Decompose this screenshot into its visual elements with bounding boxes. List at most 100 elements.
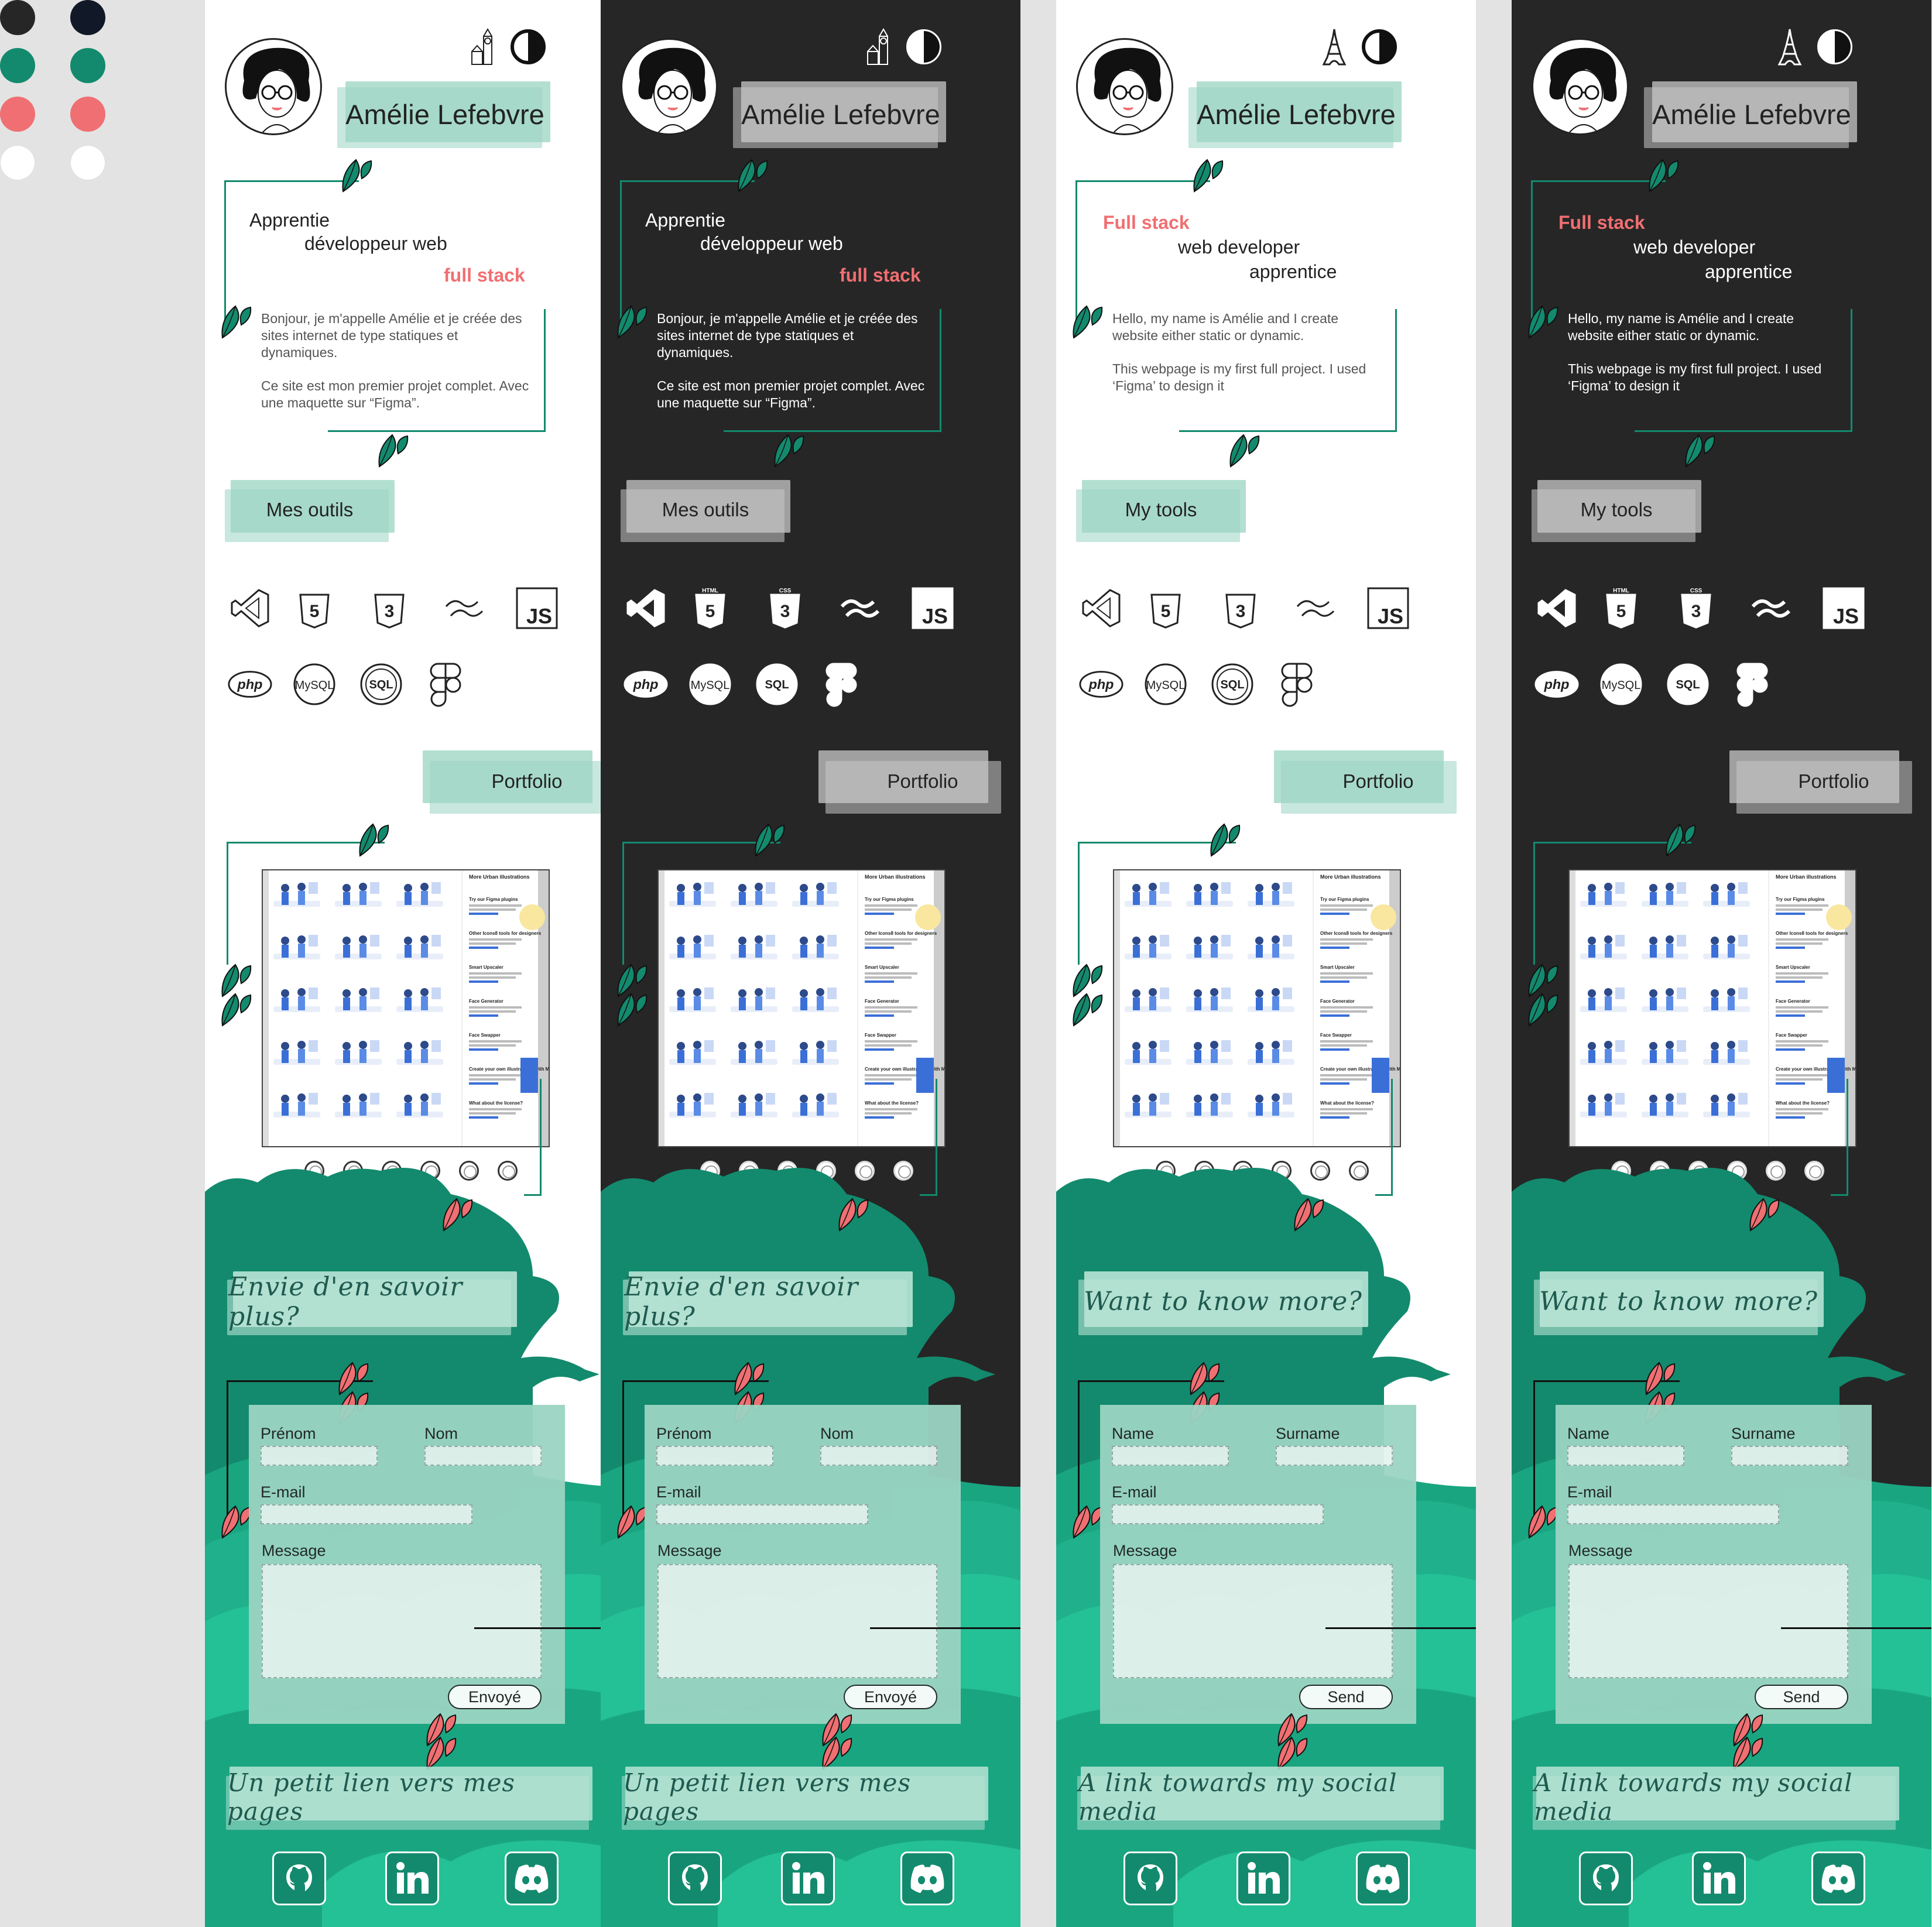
- mysql-icon: MySQL: [1143, 661, 1188, 707]
- last-name-field[interactable]: [1276, 1446, 1393, 1466]
- email-field[interactable]: [1567, 1504, 1779, 1524]
- html5-icon: 5: [1143, 585, 1188, 631]
- last-name-field[interactable]: [820, 1446, 937, 1466]
- bio-text: Hello, my name is Amélie and I create we…: [1568, 310, 1843, 411]
- linkedin-icon[interactable]: [1236, 1851, 1290, 1905]
- intro-line-2: web developer: [1633, 236, 1756, 258]
- message-label: Message: [1113, 1542, 1177, 1559]
- portfolio-heading: Portfolio: [1342, 770, 1414, 792]
- contact-heading: Want to know more?: [1084, 1287, 1362, 1316]
- svg-text:Try our Figma plugins: Try our Figma plugins: [1320, 897, 1369, 902]
- svg-text:Try our Figma plugins: Try our Figma plugins: [865, 897, 914, 902]
- discord-icon[interactable]: [1811, 1851, 1865, 1905]
- discord-icon[interactable]: [1356, 1851, 1410, 1905]
- contrast-icon[interactable]: [509, 28, 547, 66]
- portfolio-preview[interactable]: More Urban illustrations Try our Figma p…: [1113, 869, 1401, 1147]
- email-field[interactable]: [656, 1504, 868, 1524]
- palette-swatch: [70, 97, 105, 132]
- figma-icon: [1729, 661, 1775, 707]
- svg-text:HTML: HTML: [702, 588, 718, 594]
- contrast-icon[interactable]: [1816, 28, 1854, 66]
- last-name-field[interactable]: [424, 1446, 542, 1466]
- github-icon[interactable]: [1579, 1851, 1633, 1905]
- page-mockup-2: Amélie Lefebvre Apprentie développeur web f…: [601, 0, 1020, 1927]
- first-name-field[interactable]: [261, 1446, 378, 1466]
- discord-icon[interactable]: [505, 1851, 559, 1905]
- portfolio-preview[interactable]: More Urban illustrations Try our Figma p…: [262, 869, 550, 1147]
- eiffel-tower-icon[interactable]: [1317, 26, 1352, 67]
- svg-text:More Urban illustrations: More Urban illustrations: [865, 874, 926, 880]
- linkedin-icon[interactable]: [1692, 1851, 1746, 1905]
- first-name-field[interactable]: [1567, 1446, 1684, 1466]
- php-icon: php: [227, 661, 273, 707]
- contact-heading: Envie d'en savoir plus?: [624, 1271, 859, 1332]
- first-name-label: Name: [1567, 1425, 1610, 1442]
- email-field[interactable]: [261, 1504, 472, 1524]
- tailwind-icon: [837, 585, 883, 631]
- js-icon: JS: [1365, 585, 1411, 631]
- decor-line: [1831, 1079, 1848, 1196]
- bio-paragraph: Hello, my name is Amélie and I create we…: [1568, 311, 1794, 343]
- portfolio-preview[interactable]: More Urban illustrations Try our Figma p…: [657, 869, 946, 1147]
- intro-line-1: Full stack: [1558, 212, 1645, 233]
- discord-icon[interactable]: [900, 1851, 954, 1905]
- portfolio-preview[interactable]: More Urban illustrations Try our Figma p…: [1568, 869, 1856, 1147]
- tailwind-icon: [441, 585, 487, 631]
- name-text: Amélie Lefebvre: [1652, 98, 1851, 130]
- email-field[interactable]: [1112, 1504, 1324, 1524]
- tools-heading: Mes outils: [662, 499, 749, 520]
- big-ben-icon[interactable]: [465, 26, 501, 67]
- svg-text:Try our Figma plugins: Try our Figma plugins: [1776, 897, 1825, 902]
- leaf-icon: [1662, 820, 1697, 863]
- svg-text:php: php: [1088, 677, 1114, 692]
- svg-text:Other Icons8 tools for designe: Other Icons8 tools for designers: [1320, 931, 1393, 936]
- svg-text:3: 3: [385, 602, 395, 621]
- last-name-field[interactable]: [1731, 1446, 1848, 1466]
- palette-swatch: [70, 0, 105, 35]
- contact-heading: Want to know more?: [1539, 1287, 1818, 1316]
- intro-line-3: full stack: [444, 265, 525, 286]
- leaf-icon: [835, 1194, 870, 1238]
- svg-text:php: php: [1544, 677, 1570, 692]
- intro-line-3: apprentice: [1249, 261, 1337, 282]
- contrast-icon[interactable]: [1361, 28, 1398, 66]
- intro-line-2: développeur web: [700, 233, 843, 254]
- avatar: [225, 38, 322, 135]
- linkedin-icon[interactable]: [385, 1851, 439, 1905]
- leaf-icon: [1645, 155, 1680, 199]
- email-label: E-mail: [1567, 1483, 1612, 1501]
- first-name-field[interactable]: [1112, 1446, 1229, 1466]
- leaf-icon: [751, 820, 786, 863]
- svg-text:3: 3: [780, 602, 790, 621]
- svg-text:JS: JS: [922, 604, 948, 628]
- sql-icon: SQL: [358, 661, 404, 707]
- contrast-icon[interactable]: [905, 28, 943, 66]
- svg-text:MySQL: MySQL: [295, 679, 334, 692]
- bio-paragraph: Hello, my name is Amélie and I create we…: [1112, 311, 1339, 343]
- github-icon[interactable]: [1123, 1851, 1177, 1905]
- html5-icon: HTML 5: [687, 585, 733, 631]
- svg-text:What about the license?: What about the license?: [1320, 1100, 1374, 1106]
- github-icon[interactable]: [272, 1851, 326, 1905]
- portfolio-heading: Portfolio: [1798, 770, 1869, 792]
- svg-text:Face Generator: Face Generator: [865, 999, 899, 1004]
- svg-text:Other Icons8 tools for designe: Other Icons8 tools for designers: [865, 931, 937, 936]
- svg-text:Smart Upscaler: Smart Upscaler: [1776, 965, 1810, 970]
- svg-text:5: 5: [1161, 602, 1171, 621]
- message-label: Message: [262, 1542, 326, 1559]
- svg-text:Smart Upscaler: Smart Upscaler: [469, 965, 503, 970]
- eiffel-tower-icon[interactable]: [1772, 26, 1807, 67]
- decor-line: [1781, 1627, 1931, 1744]
- linkedin-icon[interactable]: [781, 1851, 835, 1905]
- big-ben-icon[interactable]: [861, 26, 896, 67]
- github-icon[interactable]: [668, 1851, 722, 1905]
- html5-icon: 5: [292, 585, 337, 631]
- svg-text:More Urban illustrations: More Urban illustrations: [1320, 874, 1381, 880]
- name-text: Amélie Lefebvre: [345, 98, 544, 130]
- avatar: [621, 38, 718, 135]
- first-name-field[interactable]: [656, 1446, 773, 1466]
- first-name-label: Prénom: [261, 1425, 316, 1442]
- vscode-icon: [228, 585, 274, 631]
- first-name-label: Name: [1112, 1425, 1155, 1442]
- figma-icon: [818, 661, 864, 707]
